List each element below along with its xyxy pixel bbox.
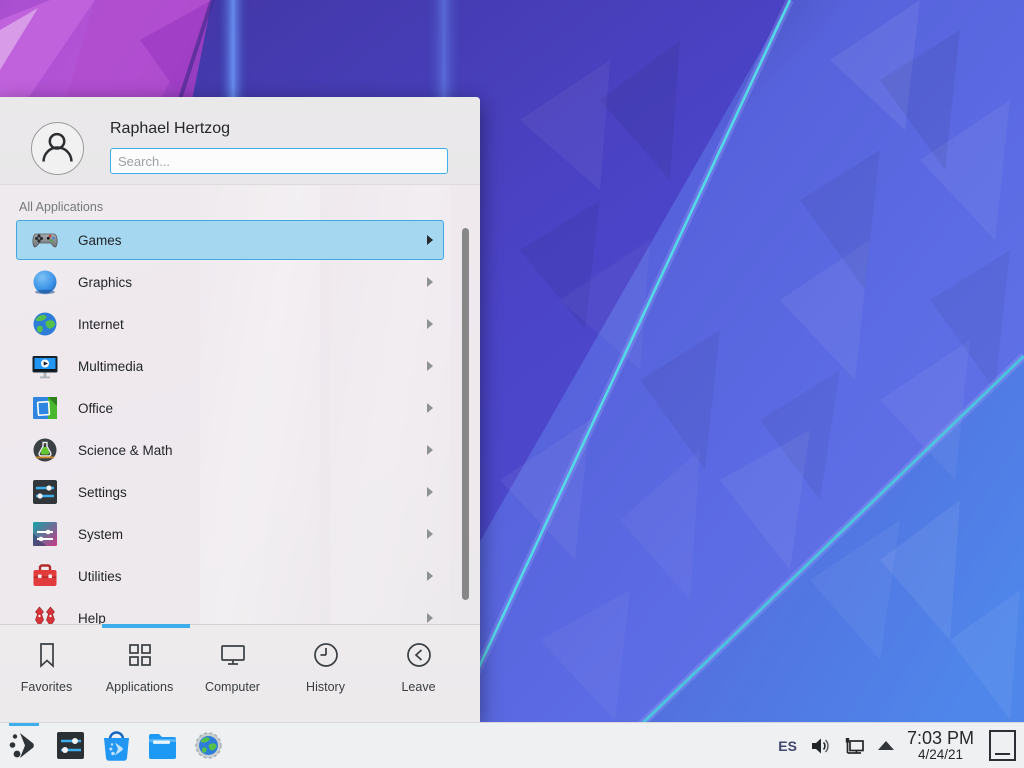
submenu-arrow-icon [427,361,433,371]
submenu-arrow-icon [427,319,433,329]
digital-clock[interactable]: 7:03 PM 4/24/21 [905,729,976,762]
system-sliders-icon [30,519,60,549]
category-label: Graphics [78,275,132,290]
category-row-science-math[interactable]: Science & Math [0,429,480,471]
web-browser-icon[interactable] [192,729,225,762]
monitor-icon [222,646,244,664]
desktop: Raphael Hertzog All Applications Games [0,0,1024,768]
utilities-toolbox-icon [30,561,60,591]
tab-label: Favorites [21,680,72,694]
active-tab-indicator [102,624,190,628]
tab-computer[interactable]: Computer [186,639,279,722]
office-document-icon [30,393,60,423]
science-flask-icon [30,435,60,465]
submenu-arrow-icon [427,403,433,413]
category-label: Office [78,401,113,416]
submenu-arrow-icon [427,235,433,245]
tab-label: Applications [106,680,173,694]
category-label: System [78,527,123,542]
network-icon[interactable] [843,734,867,758]
category-row-system[interactable]: System [0,513,480,555]
category-label: Games [78,233,122,248]
volume-icon[interactable] [808,734,832,758]
category-row-graphics[interactable]: Graphics [0,261,480,303]
tab-label: Computer [205,680,260,694]
search-input[interactable] [110,148,448,174]
category-row-internet[interactable]: Internet [0,303,480,345]
section-label: All Applications [19,200,103,214]
category-row-utilities[interactable]: Utilities [0,555,480,597]
tab-label: History [306,680,345,694]
launcher-tab-bar: Favorites Applications Computer [0,624,480,722]
launcher-active-indicator [9,723,39,726]
settings-sliders-icon [30,477,60,507]
discover-icon[interactable] [100,729,133,762]
user-name: Raphael Hertzog [110,120,230,138]
category-label: Settings [78,485,127,500]
leave-circle-icon [408,644,430,666]
category-row-multimedia[interactable]: Multimedia [0,345,480,387]
application-launcher-menu: Raphael Hertzog All Applications Games [0,97,480,722]
tab-history[interactable]: History [279,639,372,722]
graphics-sphere-icon [30,267,60,297]
category-label: Utilities [78,569,122,584]
category-row-settings[interactable]: Settings [0,471,480,513]
tab-label: Leave [401,680,435,694]
show-desktop-button[interactable] [989,730,1016,761]
keyboard-layout-indicator[interactable]: ES [778,738,797,754]
grid-icon [124,639,156,671]
category-row-games[interactable]: Games [0,219,480,261]
file-manager-icon[interactable] [146,729,179,762]
system-tray: ES 7:03 PM 4/24/21 [778,723,1016,768]
category-list: Games Graphics Internet [0,219,480,639]
clock-time: 7:03 PM [907,729,974,748]
clock-icon [315,644,337,666]
system-settings-icon[interactable] [54,729,87,762]
category-label: Multimedia [78,359,143,374]
list-scrollbar[interactable] [462,228,469,600]
clock-date: 4/24/21 [907,748,974,762]
submenu-arrow-icon [427,487,433,497]
submenu-arrow-icon [427,571,433,581]
taskbar-panel: ES 7:03 PM 4/24/21 [0,722,1024,768]
globe-icon [30,309,60,339]
submenu-arrow-icon [427,613,433,623]
kickoff-launcher-icon[interactable] [8,729,41,762]
tab-favorites[interactable]: Favorites [0,639,93,722]
tab-applications[interactable]: Applications [93,639,186,722]
multimedia-monitor-icon [30,351,60,381]
gamepad-icon [30,225,60,255]
category-label: Internet [78,317,124,332]
submenu-arrow-icon [427,277,433,287]
bookmark-icon [31,639,63,671]
launcher-header: Raphael Hertzog [0,97,480,185]
tab-leave[interactable]: Leave [372,639,465,722]
submenu-arrow-icon [427,529,433,539]
category-row-office[interactable]: Office [0,387,480,429]
expand-tray-icon[interactable] [878,741,894,750]
submenu-arrow-icon [427,445,433,455]
category-label: Science & Math [78,443,173,458]
user-avatar[interactable] [31,122,84,175]
show-desktop-line [995,753,1010,755]
